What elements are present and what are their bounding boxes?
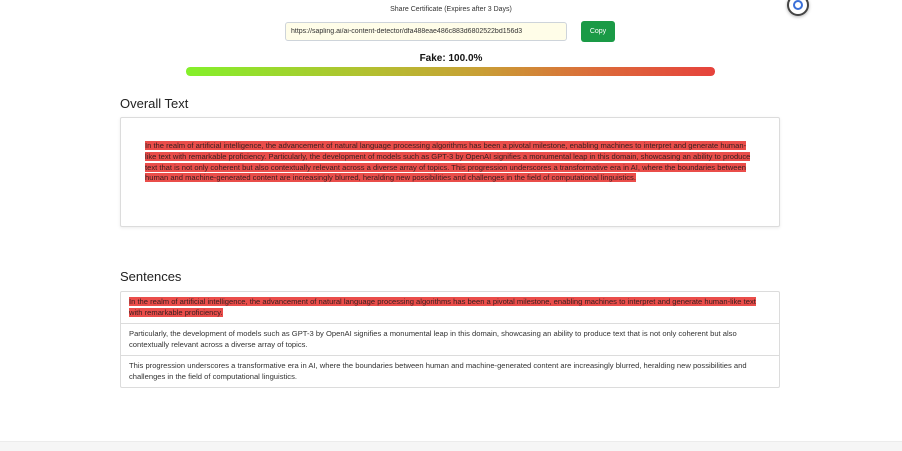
fake-score-label: Fake: 100.0% bbox=[419, 53, 483, 64]
fake-score-bar bbox=[186, 67, 715, 76]
overall-text-heading: Overall Text bbox=[120, 96, 189, 111]
sentences-list: In the realm of artificial intelligence,… bbox=[120, 291, 780, 388]
sentence-text: This progression underscores a transform… bbox=[129, 361, 747, 381]
sentence-text: In the realm of artificial intelligence,… bbox=[129, 297, 756, 317]
share-url-input[interactable] bbox=[285, 22, 567, 41]
sentence-text: Particularly, the development of models … bbox=[129, 329, 737, 349]
overall-text-body: In the realm of artificial intelligence,… bbox=[145, 141, 757, 184]
fake-score-bar-fill bbox=[186, 67, 715, 76]
share-certificate-title: Share Certificate (Expires after 3 Days) bbox=[390, 6, 512, 13]
sentence-item: This progression underscores a transform… bbox=[121, 355, 779, 387]
share-url-row: Copy bbox=[285, 21, 615, 42]
copy-button[interactable]: Copy bbox=[581, 21, 615, 42]
sentence-item: Particularly, the development of models … bbox=[121, 323, 779, 355]
sentences-heading: Sentences bbox=[120, 269, 182, 284]
overall-text-highlight: In the realm of artificial intelligence,… bbox=[145, 141, 751, 183]
sentence-item: In the realm of artificial intelligence,… bbox=[121, 292, 779, 323]
overall-text-card: In the realm of artificial intelligence,… bbox=[120, 117, 780, 227]
